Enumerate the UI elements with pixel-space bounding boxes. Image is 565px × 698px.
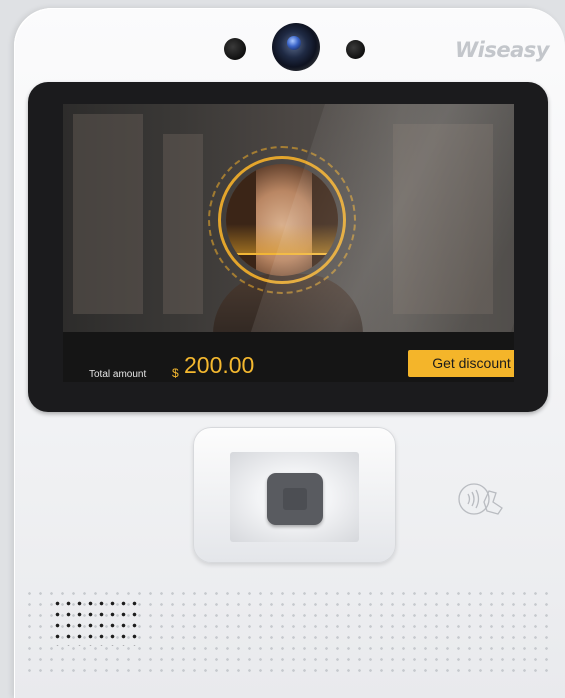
total-amount-value: 200.00: [184, 352, 255, 378]
contactless-nfc-icon[interactable]: [458, 482, 504, 516]
background-shelf: [163, 134, 203, 314]
scanner-window: [230, 452, 359, 542]
get-discount-button[interactable]: Get discount: [408, 350, 514, 377]
speaker-grille-active: [52, 598, 140, 646]
ir-sensor-right: [346, 40, 365, 59]
background-shelf: [73, 114, 143, 314]
camera-icon: [272, 23, 320, 71]
camera-lens: [287, 36, 301, 50]
total-amount-label: Total amount: [89, 369, 147, 380]
brand-logo: Wiseasy: [455, 38, 549, 62]
fingerprint-icon[interactable]: [267, 473, 323, 525]
fingerprint-scanner[interactable]: [193, 427, 396, 563]
ir-sensor-left: [224, 38, 246, 60]
display-bezel: Total amount $ 200.00 Get discount: [28, 82, 548, 412]
pos-device: Wiseasy Total amount $ 200.00 Get discou…: [14, 8, 565, 698]
currency-symbol: $: [172, 366, 179, 380]
display-screen: Total amount $ 200.00 Get discount: [63, 104, 514, 382]
